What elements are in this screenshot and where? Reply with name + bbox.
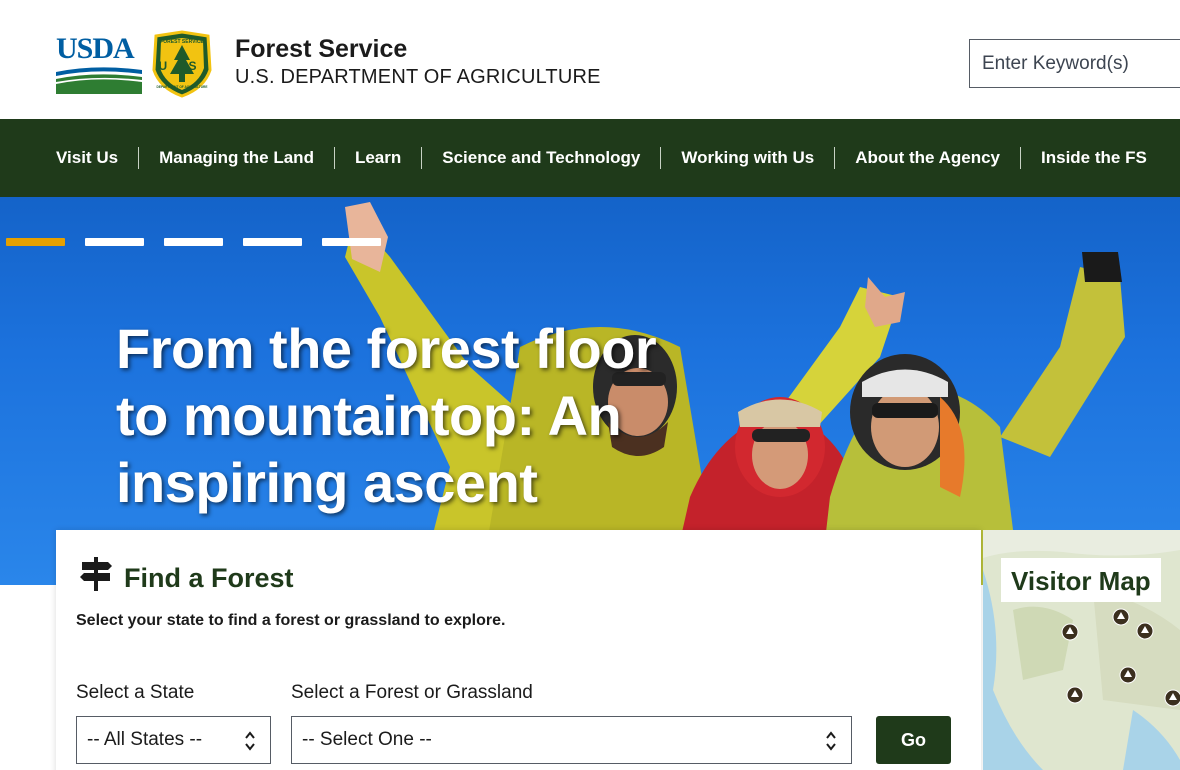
forest-service-shield-icon[interactable]: FOREST SERVICE U S DEPARTMENT OF AGRICUL… [150, 30, 214, 98]
state-select-label: Select a State [76, 682, 195, 703]
forest-select-value: -- Select One -- [302, 729, 432, 750]
usda-logo-text: USDA [56, 32, 135, 65]
nav-item-working-with-us[interactable]: Working with Us [660, 147, 834, 169]
state-select[interactable]: -- All States -- [76, 716, 271, 764]
carousel-dot-2[interactable] [85, 238, 144, 246]
find-a-forest-title: Find a Forest [124, 563, 294, 593]
carousel-indicators [6, 238, 381, 246]
shield-bottom-text: DEPARTMENT OF AGRICULTURE [157, 85, 208, 89]
main-nav: Visit Us Managing the Land Learn Science… [0, 119, 1180, 197]
usda-stripes-icon [56, 67, 142, 94]
signpost-icon [80, 557, 112, 591]
hero-banner[interactable]: From the forest floor to mountaintop: An… [0, 197, 1180, 585]
search-input[interactable] [969, 39, 1180, 88]
site-header: USDA FOREST SERVICE U S DEPARTMENT OF AG… [0, 0, 1180, 119]
visitor-map-card[interactable]: Visitor Map [983, 530, 1180, 770]
shield-top-text: FOREST SERVICE [160, 39, 204, 45]
visitor-map-title: Visitor Map [1001, 558, 1161, 602]
nav-item-visit-us[interactable]: Visit Us [56, 147, 138, 169]
carousel-dot-4[interactable] [243, 238, 302, 246]
nav-item-managing-the-land[interactable]: Managing the Land [138, 147, 334, 169]
select-chevrons-icon [826, 731, 836, 751]
department-name: U.S. DEPARTMENT OF AGRICULTURE [235, 66, 601, 88]
carousel-dot-1[interactable] [6, 238, 65, 246]
find-a-forest-description: Select your state to find a forest or gr… [76, 612, 506, 629]
carousel-dot-5[interactable] [322, 238, 381, 246]
state-select-value: -- All States -- [87, 729, 203, 750]
nav-item-learn[interactable]: Learn [333, 147, 421, 169]
select-chevrons-icon [245, 731, 255, 751]
forest-select[interactable]: -- Select One -- [291, 716, 852, 764]
go-button[interactable]: Go [876, 716, 951, 764]
find-a-forest-card: Find a Forest Select your state to find … [56, 530, 981, 770]
usda-logo[interactable]: USDA [56, 34, 142, 94]
shield-center-text: U S [158, 59, 205, 73]
nav-item-inside-the-fs[interactable]: Inside the FS [1020, 147, 1167, 169]
forest-select-label: Select a Forest or Grassland [291, 682, 533, 703]
nav-item-about-the-agency[interactable]: About the Agency [834, 147, 1020, 169]
hero-title[interactable]: From the forest floor to mountaintop: An… [116, 315, 716, 516]
carousel-dot-3[interactable] [164, 238, 223, 246]
nav-item-science-and-technology[interactable]: Science and Technology [421, 147, 660, 169]
agency-name[interactable]: Forest Service [235, 35, 407, 63]
